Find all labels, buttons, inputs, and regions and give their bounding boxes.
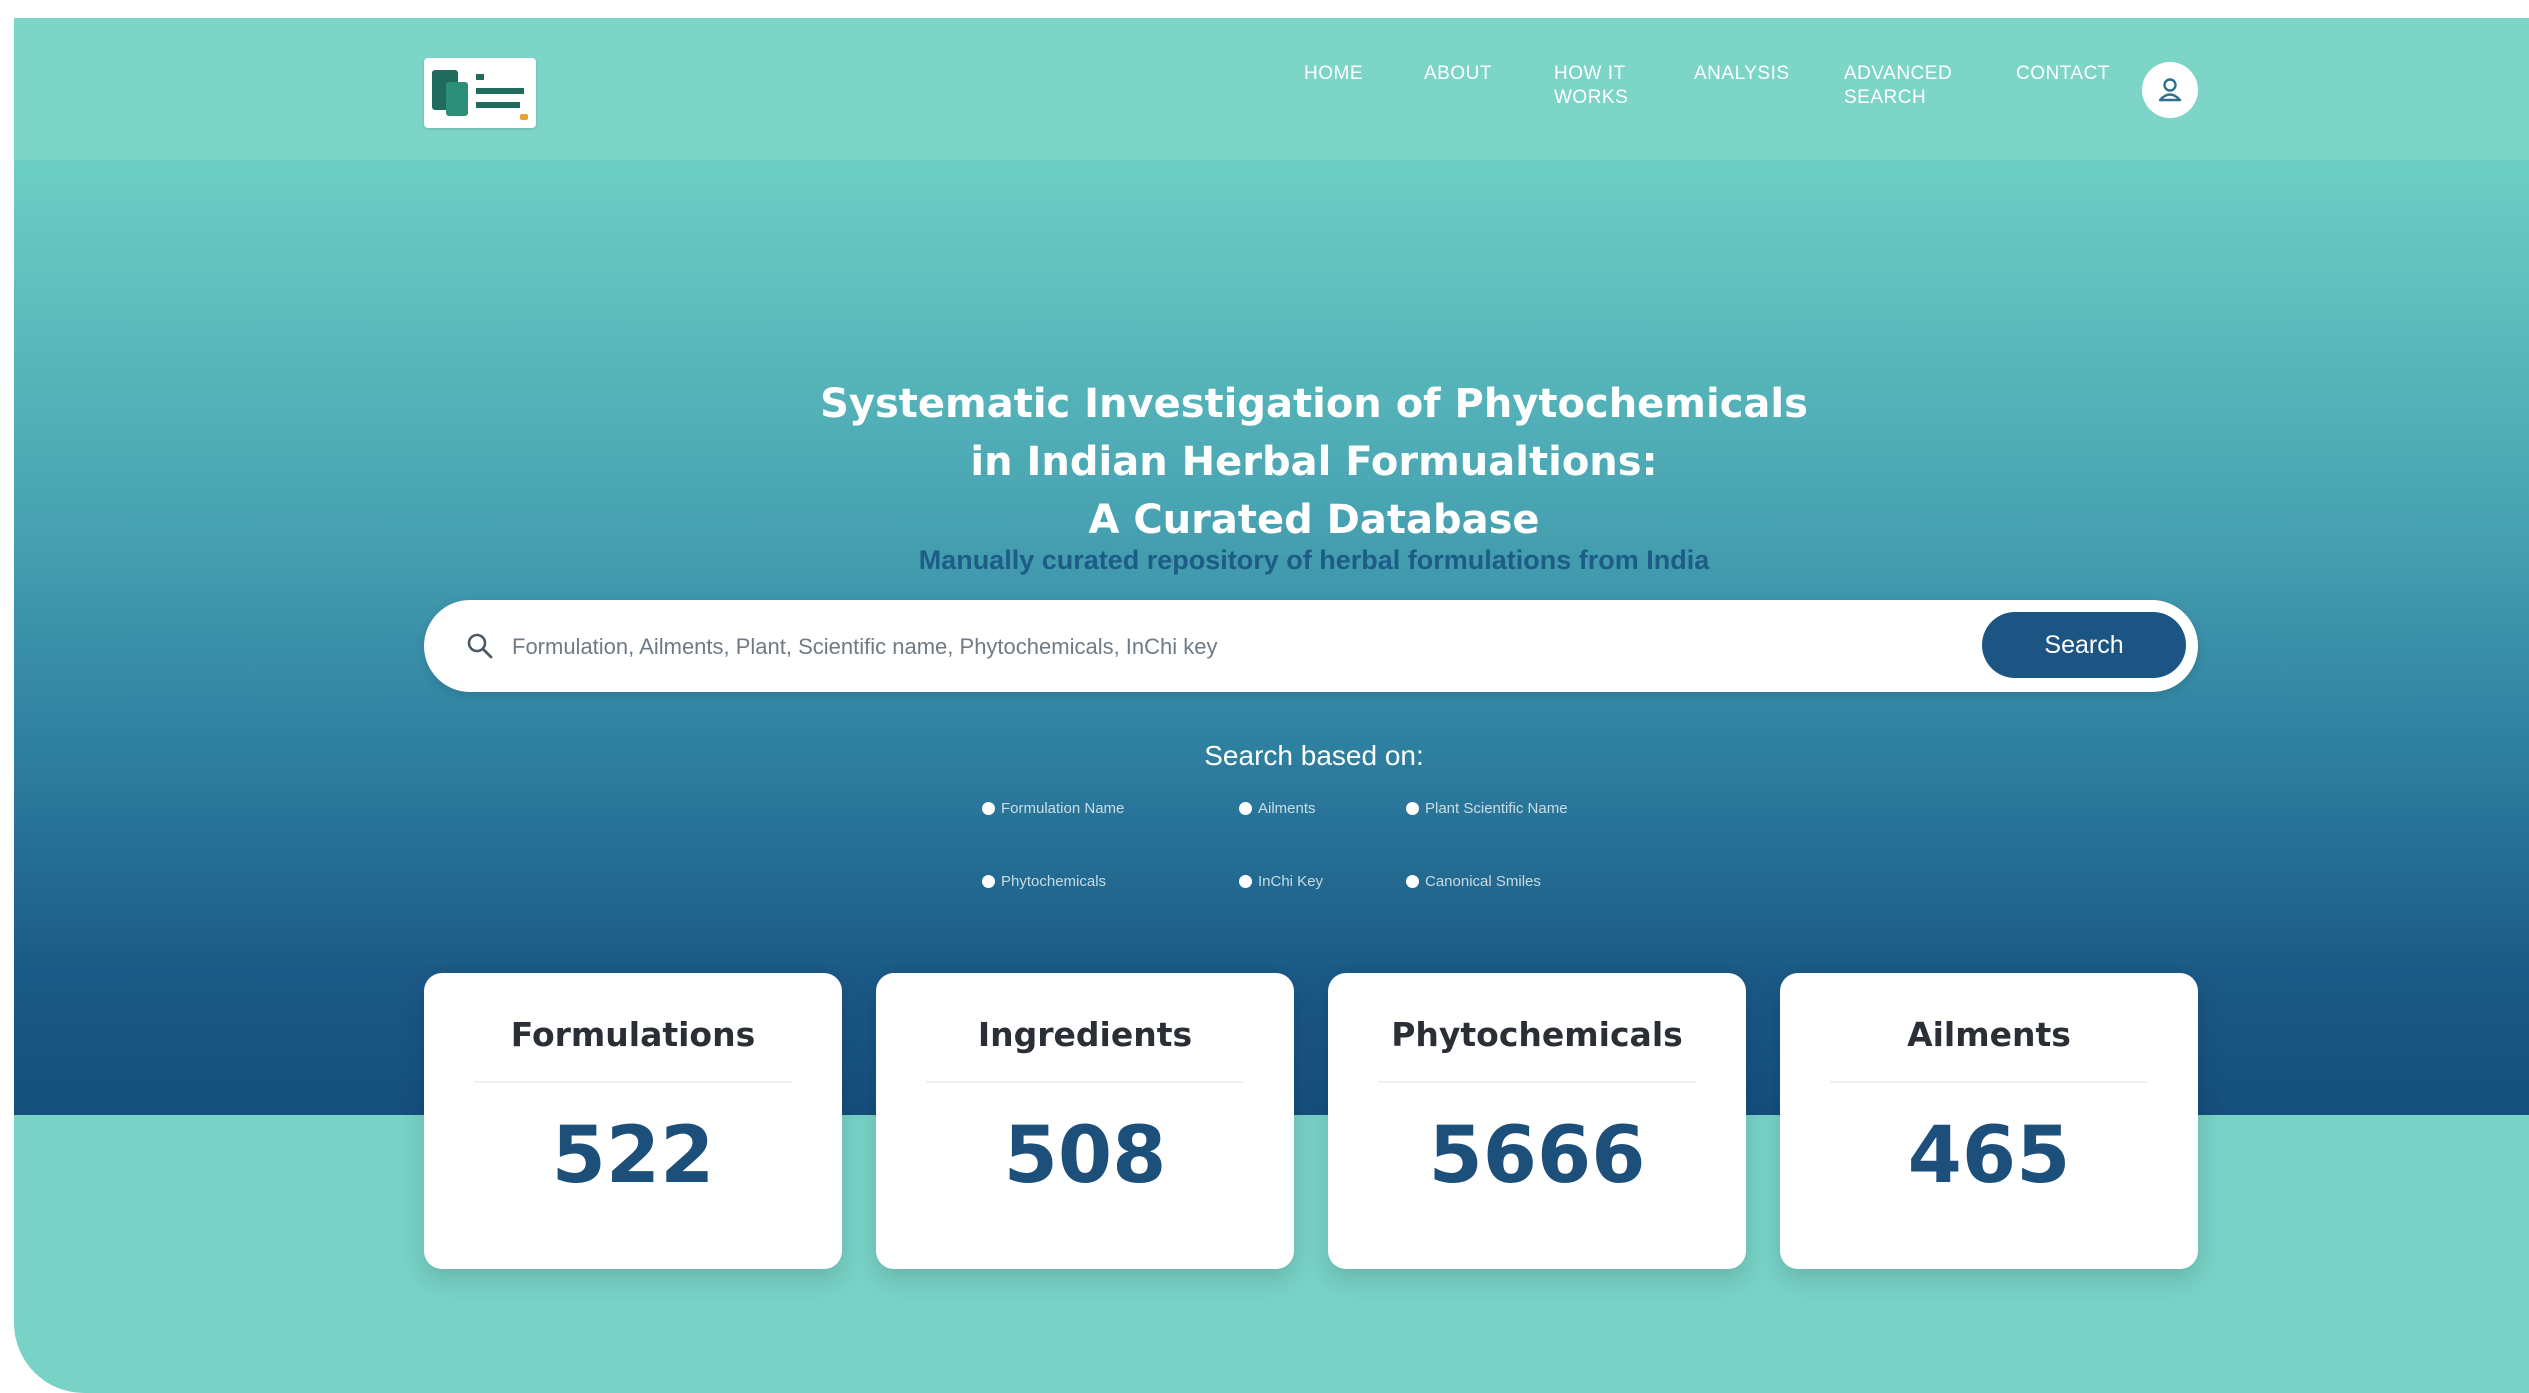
logo-block <box>446 82 468 116</box>
search-option-ailments[interactable]: Ailments <box>1239 800 1316 817</box>
radio-bullet-icon <box>1406 802 1419 815</box>
stat-card-ingredients[interactable]: Ingredients 508 <box>876 973 1294 1269</box>
search-button[interactable]: Search <box>1982 612 2186 678</box>
stat-card-formulations[interactable]: Formulations 522 <box>424 973 842 1269</box>
stat-label: Ailments <box>1907 1015 2071 1054</box>
search-bar: Search <box>424 600 2198 692</box>
search-option-label: Ailments <box>1258 800 1316 817</box>
stat-label: Formulations <box>510 1015 756 1054</box>
search-option-phytochemicals[interactable]: Phytochemicals <box>982 873 1106 890</box>
title-line: in Indian Herbal Formualtions: <box>970 439 1658 485</box>
search-option-plant-scientific-name[interactable]: Plant Scientific Name <box>1406 800 1568 817</box>
nav-advanced-search-link[interactable]: ADVANCED SEARCH <box>1844 62 1952 110</box>
stat-value: 5666 <box>1428 1111 1646 1201</box>
user-account-button[interactable] <box>2142 62 2198 118</box>
stat-label: Phytochemicals <box>1391 1015 1683 1054</box>
nav-how-it-works-link[interactable]: HOW IT WORKS <box>1554 62 1628 110</box>
radio-bullet-icon <box>1239 875 1252 888</box>
search-option-label: Plant Scientific Name <box>1425 800 1568 817</box>
search-option-inchi-key[interactable]: InChi Key <box>1239 873 1323 890</box>
radio-bullet-icon <box>982 875 995 888</box>
page-subtitle: Manually curated repository of herbal fo… <box>918 545 1710 575</box>
stat-label: Ingredients <box>977 1015 1193 1054</box>
divider <box>474 1081 792 1083</box>
site-logo[interactable] <box>424 58 536 128</box>
stat-card-phytochemicals[interactable]: Phytochemicals 5666 <box>1328 973 1746 1269</box>
nav-about-link[interactable]: ABOUT <box>1424 62 1492 86</box>
top-navigation: HOME ABOUT HOW IT WORKS ANALYSIS ADVANCE… <box>14 18 2529 160</box>
radio-bullet-icon <box>982 802 995 815</box>
stat-value: 522 <box>551 1111 715 1201</box>
stat-value: 508 <box>1003 1111 1167 1201</box>
search-option-canonical-smiles[interactable]: Canonical Smiles <box>1406 873 1541 890</box>
search-option-label: InChi Key <box>1258 873 1324 890</box>
divider <box>926 1081 1244 1083</box>
nav-analysis-link[interactable]: ANALYSIS <box>1694 62 1790 86</box>
search-option-label: Phytochemicals <box>1001 873 1107 890</box>
title-line: A Curated Database <box>1088 497 1540 543</box>
search-option-label: Formulation Name <box>1001 800 1125 817</box>
page-title: Systematic Investigation of Phytochemica… <box>14 375 2529 549</box>
radio-bullet-icon <box>1239 802 1252 815</box>
title-line: Systematic Investigation of Phytochemica… <box>820 381 1808 427</box>
divider <box>1830 1081 2148 1083</box>
nav-contact-link[interactable]: CONTACT <box>2016 62 2110 86</box>
search-based-on-label: Search based on: <box>1204 740 1424 771</box>
search-icon <box>467 633 493 659</box>
search-input[interactable] <box>510 620 1894 674</box>
logo-text-mark <box>476 74 484 80</box>
search-option-label: Canonical Smiles <box>1425 873 1541 890</box>
logo-text-mark <box>476 102 520 108</box>
page-background: HOME ABOUT HOW IT WORKS ANALYSIS ADVANCE… <box>14 18 2529 1393</box>
divider <box>1378 1081 1696 1083</box>
hero-section: Systematic Investigation of Phytochemica… <box>14 160 2529 1115</box>
search-option-formulation-name[interactable]: Formulation Name <box>982 800 1124 817</box>
stat-value: 465 <box>1907 1111 2071 1201</box>
logo-text-mark <box>476 88 524 94</box>
nav-home-link[interactable]: HOME <box>1304 62 1363 86</box>
radio-bullet-icon <box>1406 875 1419 888</box>
stat-card-ailments[interactable]: Ailments 465 <box>1780 973 2198 1269</box>
logo-accent <box>520 114 528 120</box>
user-icon <box>2158 78 2182 102</box>
